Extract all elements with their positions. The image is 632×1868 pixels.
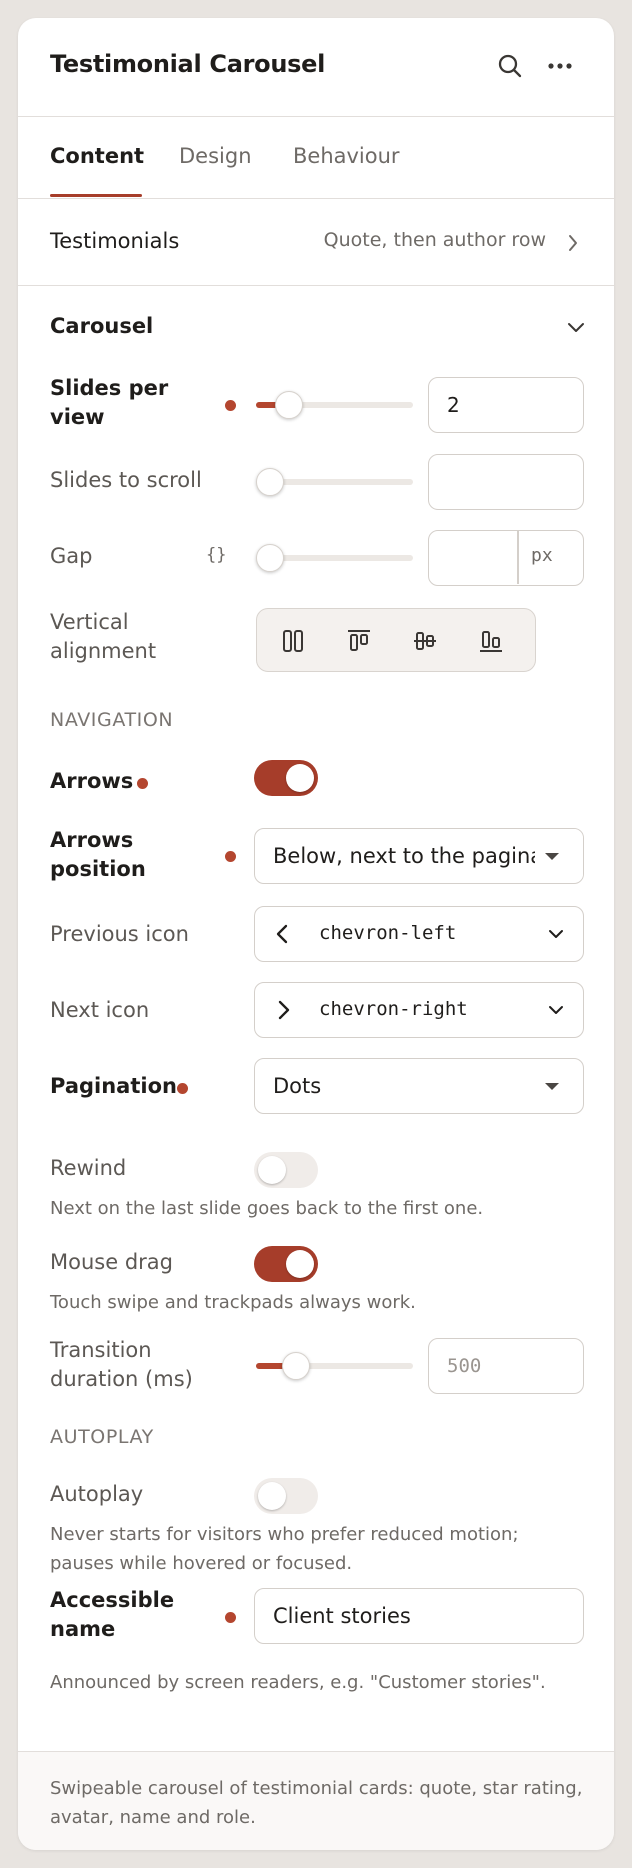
vertical-alignment-label: Vertical alignment — [50, 610, 157, 663]
gap-label: Gap — [50, 544, 93, 568]
arrows-position-label: Arrows position — [50, 828, 146, 881]
mouse-drag-help: Touch swipe and trackpads always work. — [50, 1292, 416, 1313]
slides-to-scroll-input[interactable] — [428, 454, 584, 510]
chevron-right-icon — [278, 1000, 290, 1020]
autoplay-toggle[interactable] — [254, 1478, 318, 1514]
accessible-name-label: Accessible name — [50, 1588, 175, 1641]
slider-thumb[interactable] — [275, 391, 303, 419]
accessible-name-input[interactable]: Client stories — [254, 1588, 584, 1644]
toggle-thumb — [286, 1250, 314, 1278]
slides-to-scroll-label: Slides to scroll — [50, 468, 202, 492]
testimonials-row[interactable]: Testimonials Quote, then author row — [18, 199, 614, 285]
modified-indicator — [177, 1083, 188, 1094]
toggle-thumb — [258, 1482, 286, 1510]
arrows-label: Arrows — [50, 769, 134, 793]
tab-behaviour[interactable]: Behaviour — [293, 144, 400, 168]
autoplay-help: Never starts for visitors who prefer red… — [50, 1524, 519, 1574]
align-bottom-icon[interactable] — [469, 619, 513, 663]
more-options-icon[interactable] — [542, 48, 578, 84]
modified-indicator — [225, 400, 236, 411]
next-icon-label: Next icon — [50, 998, 150, 1022]
testimonials-label: Testimonials — [50, 229, 180, 253]
footer: Swipeable carousel of testimonial cards:… — [18, 1752, 614, 1850]
rewind-toggle[interactable] — [254, 1152, 318, 1188]
chevron-down-icon — [568, 323, 584, 332]
vertical-alignment-segmented-control — [256, 608, 536, 672]
previous-icon-value: chevron-left — [319, 922, 457, 944]
slider-thumb[interactable] — [256, 468, 284, 496]
next-icon-picker[interactable]: chevron-right — [254, 982, 584, 1038]
pagination-value: Dots — [273, 1074, 322, 1098]
autoplay-label: Autoplay — [50, 1482, 144, 1506]
accessible-name-help: Announced by screen readers, e.g. "Custo… — [50, 1672, 546, 1693]
slides-per-view-input[interactable]: 2 — [428, 377, 584, 433]
tab-content[interactable]: Content — [50, 144, 144, 168]
transition-duration-slider[interactable] — [256, 1352, 413, 1380]
align-top-icon[interactable] — [337, 619, 381, 663]
rewind-label: Rewind — [50, 1156, 127, 1180]
header-divider — [18, 116, 614, 117]
chevron-right-icon — [569, 235, 577, 251]
tab-design[interactable]: Design — [179, 144, 252, 168]
slides-per-view-value: 2 — [447, 393, 460, 417]
testimonials-value: Quote, then author row — [323, 229, 546, 251]
slider-thumb[interactable] — [256, 544, 284, 572]
transition-duration-placeholder: 500 — [447, 1355, 482, 1377]
mouse-drag-label: Mouse drag — [50, 1250, 173, 1274]
gap-slider[interactable] — [256, 544, 413, 572]
widget-description: Swipeable carousel of testimonial cards:… — [50, 1778, 583, 1828]
chevron-down-icon — [549, 1006, 563, 1014]
settings-panel: Testimonial Carousel Content Design Beha… — [18, 18, 614, 1850]
modified-indicator — [225, 851, 236, 862]
transition-duration-label: Transition duration (ms) — [50, 1338, 193, 1391]
toggle-thumb — [286, 764, 314, 792]
arrows-toggle[interactable] — [254, 760, 318, 796]
align-middle-icon[interactable] — [403, 619, 447, 663]
gap-input-group: px — [428, 530, 584, 586]
pagination-select[interactable]: Dots — [254, 1058, 584, 1114]
slides-per-view-slider[interactable] — [256, 391, 413, 419]
modified-indicator — [137, 778, 148, 789]
autoplay-caption: AUTOPLAY — [50, 1426, 154, 1448]
caret-down-icon — [545, 1083, 559, 1090]
previous-icon-label: Previous icon — [50, 922, 189, 946]
caret-down-icon — [545, 853, 559, 860]
modified-indicator — [225, 1612, 236, 1623]
accessible-name-value: Client stories — [273, 1604, 411, 1628]
next-icon-value: chevron-right — [319, 998, 468, 1020]
carousel-section-header[interactable]: Carousel — [18, 286, 614, 356]
rewind-help: Next on the last slide goes back to the … — [50, 1198, 484, 1219]
mouse-drag-toggle[interactable] — [254, 1246, 318, 1282]
toggle-thumb — [258, 1156, 286, 1184]
chevron-left-icon — [276, 924, 288, 944]
slides-per-view-label: Slides per view — [50, 376, 169, 429]
arrows-position-select[interactable]: Below, next to the pagination — [254, 828, 584, 884]
arrows-position-value: Below, next to the pagination — [273, 844, 535, 868]
stretch-icon[interactable] — [271, 619, 315, 663]
pagination-label: Pagination — [50, 1074, 177, 1098]
slides-to-scroll-slider[interactable] — [256, 468, 413, 496]
gap-input[interactable] — [429, 531, 517, 584]
slider-thumb[interactable] — [282, 1352, 310, 1380]
carousel-heading: Carousel — [50, 314, 154, 338]
previous-icon-picker[interactable]: chevron-left — [254, 906, 584, 962]
panel-title: Testimonial Carousel — [50, 50, 326, 78]
chevron-down-icon — [549, 930, 563, 938]
unit-selector[interactable]: px — [531, 545, 553, 566]
navigation-caption: NAVIGATION — [50, 709, 174, 731]
unit-divider — [517, 531, 519, 584]
transition-duration-input[interactable]: 500 — [428, 1338, 584, 1394]
search-icon[interactable] — [492, 48, 528, 84]
active-tab-indicator — [50, 194, 142, 197]
dynamic-tags-icon[interactable]: {} — [206, 545, 226, 565]
